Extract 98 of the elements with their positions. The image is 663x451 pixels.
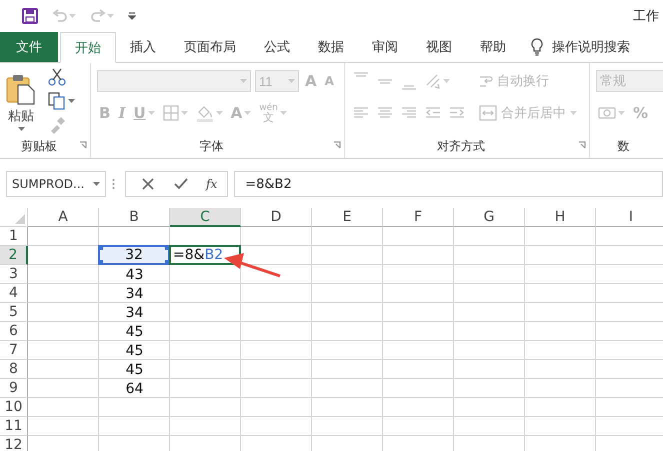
row-header[interactable]: 12 bbox=[0, 436, 28, 451]
table-cell-text: 43 bbox=[124, 266, 144, 284]
checkmark-icon bbox=[174, 178, 188, 190]
ribbon-tab[interactable]: 公式 bbox=[250, 32, 304, 62]
selection-handle[interactable] bbox=[165, 245, 170, 250]
ribbon-tab[interactable]: 开始 bbox=[60, 32, 116, 63]
insert-function-button[interactable]: fx bbox=[206, 177, 218, 191]
selection-handle[interactable] bbox=[165, 260, 170, 265]
customize-toolbar-button[interactable] bbox=[126, 10, 138, 22]
customize-icon bbox=[128, 12, 136, 20]
ribbon-tab[interactable]: 页面布局 bbox=[170, 32, 250, 62]
table-cell-text: 45 bbox=[124, 360, 144, 379]
merge-cells-icon bbox=[479, 105, 497, 121]
caret-icon bbox=[240, 79, 247, 83]
formula-input[interactable]: =8&B2 bbox=[234, 171, 663, 197]
caret-icon bbox=[69, 14, 76, 18]
align-top-icon bbox=[353, 72, 369, 77]
annotation-arrow bbox=[224, 253, 280, 278]
caret-icon bbox=[443, 79, 450, 83]
ribbon-tab[interactable]: 数据 bbox=[304, 32, 358, 62]
orientation-icon bbox=[425, 73, 441, 89]
caret-icon bbox=[68, 99, 75, 103]
align-bottom-icon bbox=[401, 85, 417, 90]
column-header[interactable]: F bbox=[383, 208, 454, 227]
increase-indent-icon bbox=[449, 106, 465, 120]
column-header[interactable]: B bbox=[99, 208, 170, 227]
group-label: 数 bbox=[616, 138, 630, 155]
caret-icon bbox=[288, 79, 295, 83]
table-cell: 32 bbox=[98, 245, 170, 265]
column-header[interactable]: I bbox=[596, 208, 663, 227]
caret-icon bbox=[570, 111, 577, 115]
table-cell-text: 34 bbox=[124, 304, 144, 322]
column-header[interactable]: A bbox=[28, 208, 99, 227]
selection-handle[interactable] bbox=[98, 260, 103, 265]
caret-icon bbox=[148, 111, 155, 115]
save-button[interactable] bbox=[20, 6, 40, 26]
row-header[interactable]: 3 bbox=[0, 265, 28, 284]
cut-button[interactable] bbox=[46, 67, 68, 87]
caret-icon bbox=[18, 126, 24, 130]
caret-icon bbox=[93, 182, 100, 186]
align-right-icon bbox=[401, 106, 417, 120]
row-header[interactable]: 5 bbox=[0, 303, 28, 322]
tell-me-search[interactable]: 操作说明搜索 bbox=[552, 38, 630, 56]
align-left-icon bbox=[353, 106, 369, 120]
caret-icon bbox=[618, 111, 625, 115]
align-middle-icon bbox=[377, 78, 393, 84]
selection-handle[interactable] bbox=[98, 245, 103, 250]
caret-icon bbox=[244, 111, 252, 115]
ribbon-tab[interactable]: 审阅 bbox=[358, 32, 412, 62]
group-label: 剪贴板 bbox=[20, 138, 58, 155]
caret-icon bbox=[107, 14, 114, 18]
decrease-indent-icon bbox=[425, 106, 441, 120]
file-tab[interactable]: 文件 bbox=[0, 32, 58, 62]
row-header[interactable]: 2 bbox=[0, 246, 28, 265]
ribbon-tab[interactable]: 视图 bbox=[412, 32, 466, 62]
row-header[interactable]: 8 bbox=[0, 360, 28, 379]
cancel-button[interactable] bbox=[140, 176, 156, 192]
save-icon bbox=[22, 8, 38, 24]
column-header[interactable]: E bbox=[312, 208, 383, 227]
close-icon bbox=[142, 178, 154, 190]
undo-icon bbox=[52, 9, 68, 23]
paste-button[interactable]: 粘贴 bbox=[6, 72, 36, 130]
borders-icon bbox=[162, 105, 179, 121]
enter-button[interactable] bbox=[172, 176, 190, 192]
scissors-icon bbox=[48, 68, 66, 86]
copy-button[interactable] bbox=[46, 91, 77, 111]
paint-bucket-icon bbox=[196, 104, 214, 122]
column-header[interactable]: D bbox=[241, 208, 312, 227]
table-cell-text: 45 bbox=[124, 342, 144, 360]
table-cell-text: 34 bbox=[124, 284, 144, 303]
row-header[interactable]: 7 bbox=[0, 341, 28, 360]
clipboard-icon bbox=[6, 72, 36, 104]
table-cell-text: 64 bbox=[124, 380, 144, 398]
column-header[interactable]: H bbox=[525, 208, 596, 227]
row-header[interactable]: 9 bbox=[0, 379, 28, 398]
select-all-icon bbox=[15, 214, 25, 224]
column-header[interactable]: C bbox=[170, 208, 241, 227]
column-header[interactable]: G bbox=[454, 208, 525, 227]
row-header[interactable]: 10 bbox=[0, 398, 28, 417]
group-label: 字体 bbox=[198, 138, 224, 155]
lightbulb-icon bbox=[530, 38, 544, 56]
copy-icon bbox=[48, 92, 66, 110]
row-header[interactable]: 6 bbox=[0, 322, 28, 341]
caret-icon bbox=[180, 111, 188, 115]
banknote-icon bbox=[598, 105, 616, 121]
ribbon-tab[interactable]: 插入 bbox=[116, 32, 170, 62]
caret-icon bbox=[216, 111, 223, 115]
group-label: 对齐方式 bbox=[436, 138, 486, 155]
caret-icon bbox=[280, 111, 287, 115]
row-header[interactable]: 4 bbox=[0, 284, 28, 303]
ribbon-tab[interactable]: 帮助 bbox=[466, 32, 520, 62]
redo-icon bbox=[90, 9, 106, 23]
grip-icon bbox=[112, 178, 115, 190]
table-cell-text: 45 bbox=[124, 322, 144, 341]
window-title: 工作 bbox=[633, 8, 659, 25]
row-header[interactable]: 11 bbox=[0, 417, 28, 436]
align-center-icon bbox=[377, 106, 393, 120]
name-box[interactable]: SUMPROD... bbox=[6, 171, 106, 197]
